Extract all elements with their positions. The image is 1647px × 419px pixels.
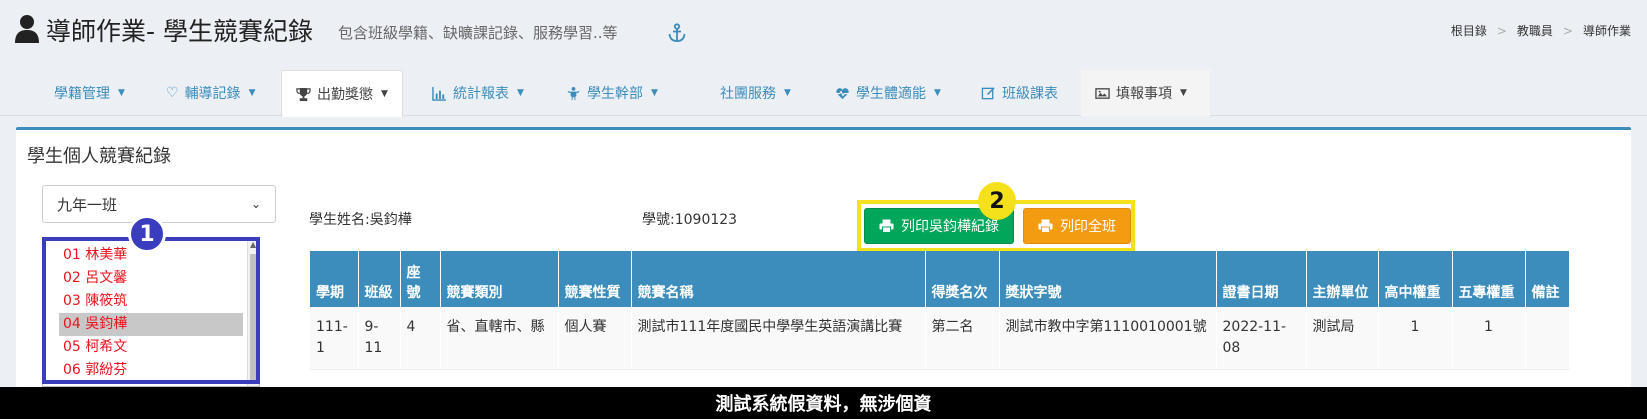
heart-outline-icon: ♡ <box>166 85 179 101</box>
col-certificate-date: 證書日期 <box>1216 251 1307 307</box>
page-subtitle: 包含班級學籍、缺曠課記錄、服務學習..等 <box>338 24 618 42</box>
tab-label: 學生幹部 <box>587 86 643 102</box>
print-class-button[interactable]: 列印全班 <box>1023 208 1131 244</box>
notice-text: 測試系統假資料，無涉個資 <box>715 394 932 415</box>
table-header-row: 學期 班級 座號 競賽類別 競賽性質 競賽名稱 得獎名次 獎狀字號 證書日期 主… <box>310 251 1570 307</box>
student-item-selected[interactable]: 04 吳鈞樺 <box>59 313 243 336</box>
caret-down-icon: ▼ <box>118 88 125 98</box>
cell-remarks <box>1525 307 1570 370</box>
tab-label: 填報事項 <box>1116 86 1172 102</box>
cell-competition-name: 測試市111年度國民中學學生英語演講比賽 <box>631 307 926 370</box>
caret-down-icon: ▼ <box>651 88 658 98</box>
class-select-value: 九年一班 <box>57 195 118 214</box>
caret-down-icon: ▼ <box>517 88 524 98</box>
cell-certificate-date: 2022-11-08 <box>1216 307 1307 370</box>
print-student-label: 列印吳鈞樺紀錄 <box>901 219 999 235</box>
annotation-badge-1: 1 <box>128 215 166 253</box>
scroll-up-icon[interactable]: ▲ <box>250 240 256 249</box>
col-class: 班級 <box>358 251 401 307</box>
col-organizer: 主辦單位 <box>1306 251 1379 307</box>
col-category: 競賽類別 <box>440 251 559 307</box>
caret-down-icon: ▼ <box>1180 88 1187 98</box>
cell-organizer: 測試局 <box>1306 307 1379 370</box>
tab-label: 學籍管理 <box>54 86 110 102</box>
col-nature: 競賽性質 <box>558 251 632 307</box>
cell-rank: 第二名 <box>925 307 1000 370</box>
student-list[interactable]: 01 林美華 02 呂文馨 03 陳筱筑 04 吳鈞樺 05 柯希文 06 郭紛… <box>42 237 260 387</box>
col-seat: 座號 <box>400 251 441 307</box>
breadcrumb-staff[interactable]: 教職員 <box>1517 22 1553 39</box>
col-jc-weight: 五專權重 <box>1452 251 1526 307</box>
tab-counseling[interactable]: ♡ 輔導記錄 ▼ <box>152 70 269 116</box>
student-item[interactable]: 06 郭紛芬 <box>59 359 243 382</box>
nav-tabs: 學籍管理 ▼ ♡ 輔導記錄 ▼ 出勤獎懲 ▼ 統計報表 ▼ 學生幹部 ▼ 社團服務 ▼ 學生… <box>0 70 1647 117</box>
col-certificate-no: 獎狀字號 <box>999 251 1217 307</box>
tab-label: 統計報表 <box>453 86 509 102</box>
cell-seat: 4 <box>400 307 441 370</box>
scrollbar-thumb[interactable] <box>250 254 258 384</box>
breadcrumb-separator: > <box>1496 23 1507 38</box>
print-icon <box>1038 219 1053 233</box>
tab-physical-fitness[interactable]: 學生體適能 ▼ <box>821 70 955 116</box>
student-id: 學號:1090123 <box>642 212 738 228</box>
class-select[interactable]: 九年一班 ⌄ <box>42 185 276 223</box>
cell-hs-weight: 1 <box>1378 307 1453 370</box>
bar-chart-icon <box>432 86 447 101</box>
caret-down-icon: ▼ <box>934 88 941 98</box>
edit-icon <box>981 86 995 99</box>
tab-student-cadres[interactable]: 學生幹部 ▼ <box>552 70 672 116</box>
col-remarks: 備註 <box>1525 251 1570 307</box>
student-name: 學生姓名:吳鈞樺 <box>309 212 412 228</box>
tab-label: 輔導記錄 <box>184 86 241 102</box>
page-title: 導師作業- 學生競賽紀錄 <box>46 17 313 46</box>
trophy-icon <box>296 87 311 101</box>
cell-certificate-no: 測試市教中字第1110010001號 <box>999 307 1217 370</box>
breadcrumb-root[interactable]: 根目錄 <box>1451 22 1487 39</box>
tab-statistics[interactable]: 統計報表 ▼ <box>418 70 538 116</box>
tab-class-schedule[interactable]: 班級課表 <box>967 70 1072 116</box>
cell-class: 9-11 <box>358 307 401 370</box>
panel-title: 學生個人競賽紀錄 <box>27 146 171 167</box>
page-header: 導師作業- 學生競賽紀錄 包含班級學籍、缺曠課記錄、服務學習..等 根目錄 > … <box>0 0 1647 60</box>
list-scrollbar[interactable]: ▲ <box>247 238 259 386</box>
col-hs-weight: 高中權重 <box>1378 251 1453 307</box>
caret-down-icon: ▼ <box>784 88 791 98</box>
tab-club-service[interactable]: 社團服務 ▼ <box>706 70 805 116</box>
child-icon <box>567 86 580 100</box>
table-row: 111-1 9-11 4 省、直轄市、縣 個人賽 測試市111年度國民中學學生英… <box>310 307 1570 370</box>
caret-down-icon: ▼ <box>381 89 388 99</box>
breadcrumb-current: 導師作業 <box>1582 24 1631 38</box>
caret-down-icon: ▼ <box>248 88 256 98</box>
competition-table: 學期 班級 座號 競賽類別 競賽性質 競賽名稱 得獎名次 獎狀字號 證書日期 主… <box>310 251 1570 370</box>
tab-label: 班級課表 <box>1002 86 1058 102</box>
heartbeat-icon <box>835 87 850 99</box>
tab-label: 社團服務 <box>720 86 776 102</box>
breadcrumb-separator: > <box>1562 23 1573 38</box>
cell-jc-weight: 1 <box>1452 307 1526 370</box>
student-item[interactable]: 05 柯希文 <box>59 336 243 359</box>
annotation-badge-2: 2 <box>978 182 1016 220</box>
cell-category: 省、直轄市、縣 <box>440 307 559 370</box>
student-item[interactable]: 02 呂文馨 <box>59 267 243 290</box>
breadcrumb: 根目錄 > 教職員 > 導師作業 <box>1451 22 1631 39</box>
user-icon <box>15 15 39 43</box>
tab-label: 出勤獎懲 <box>317 87 373 103</box>
tab-student-records[interactable]: 學籍管理 ▼ <box>40 70 139 116</box>
anchor-icon[interactable] <box>668 23 686 43</box>
print-icon <box>879 219 894 233</box>
tab-label: 學生體適能 <box>856 86 926 102</box>
col-competition-name: 競賽名稱 <box>631 251 926 307</box>
tab-reporting[interactable]: 填報事項 ▼ <box>1081 70 1210 116</box>
col-term: 學期 <box>310 251 359 307</box>
picture-icon <box>1095 87 1110 99</box>
test-data-notice: 測試系統假資料，無涉個資 <box>0 387 1647 419</box>
student-item[interactable]: 03 陳筱筑 <box>59 290 243 313</box>
tab-attendance-awards[interactable]: 出勤獎懲 ▼ <box>281 70 403 117</box>
chevron-down-icon: ⌄ <box>250 197 261 211</box>
col-rank: 得獎名次 <box>925 251 1000 307</box>
cell-nature: 個人賽 <box>558 307 632 370</box>
print-class-label: 列印全班 <box>1060 219 1116 235</box>
cell-term: 111-1 <box>310 307 359 370</box>
